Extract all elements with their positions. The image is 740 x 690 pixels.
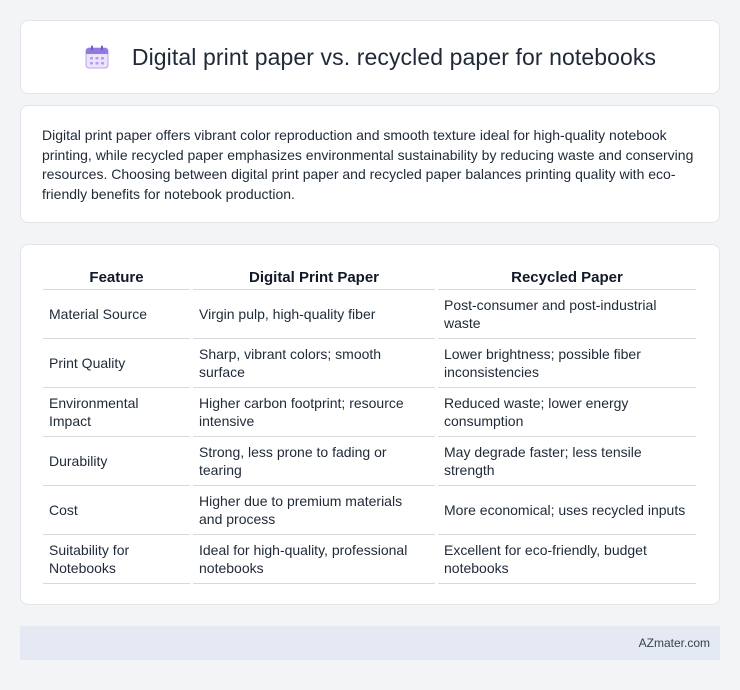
table-cell-recycled: May degrade faster; less tensile strengt… (438, 437, 696, 486)
intro-text: Digital print paper offers vibrant color… (42, 127, 694, 202)
table-cell-digital: Sharp, vibrant colors; smooth surface (193, 339, 435, 388)
table-cell-digital: Strong, less prone to fading or tearing (193, 437, 435, 486)
table-cell-recycled: More economical; uses recycled inputs (438, 486, 696, 535)
table-row: Suitability for Notebooks Ideal for high… (43, 535, 696, 584)
table-row: Durability Strong, less prone to fading … (43, 437, 696, 486)
page-title: Digital print paper vs. recycled paper f… (131, 43, 657, 70)
table-cell-feature: Suitability for Notebooks (43, 535, 190, 584)
table-cell-feature: Print Quality (43, 339, 190, 388)
calendar-icon (85, 45, 109, 69)
table-row: Print Quality Sharp, vibrant colors; smo… (43, 339, 696, 388)
footer-bar: AZmater.com (20, 626, 720, 660)
table-cell-feature: Material Source (43, 290, 190, 339)
table-cell-recycled: Post-consumer and post-industrial waste (438, 290, 696, 339)
column-header-recycled: Recycled Paper (438, 261, 696, 290)
table-row: Cost Higher due to premium materials and… (43, 486, 696, 535)
table-cell-feature: Durability (43, 437, 190, 486)
comparison-table: Feature Digital Print Paper Recycled Pap… (40, 261, 699, 584)
table-cell-feature: Cost (43, 486, 190, 535)
table-cell-digital: Virgin pulp, high-quality fiber (193, 290, 435, 339)
table-header-row: Feature Digital Print Paper Recycled Pap… (43, 261, 696, 290)
column-header-feature: Feature (43, 261, 190, 290)
table-cell-recycled: Reduced waste; lower energy consumption (438, 388, 696, 437)
table-row: Material Source Virgin pulp, high-qualit… (43, 290, 696, 339)
table-cell-digital: Higher due to premium materials and proc… (193, 486, 435, 535)
table-cell-digital: Ideal for high-quality, professional not… (193, 535, 435, 584)
table-cell-digital: Higher carbon footprint; resource intens… (193, 388, 435, 437)
comparison-card: Feature Digital Print Paper Recycled Pap… (20, 244, 720, 605)
table-row: Environmental Impact Higher carbon footp… (43, 388, 696, 437)
footer-brand: AZmater.com (638, 636, 710, 650)
title-card: Digital print paper vs. recycled paper f… (20, 20, 720, 94)
column-header-digital: Digital Print Paper (193, 261, 435, 290)
table-cell-recycled: Excellent for eco-friendly, budget noteb… (438, 535, 696, 584)
table-cell-feature: Environmental Impact (43, 388, 190, 437)
table-cell-recycled: Lower brightness; possible fiber inconsi… (438, 339, 696, 388)
intro-card: Digital print paper offers vibrant color… (20, 105, 720, 223)
